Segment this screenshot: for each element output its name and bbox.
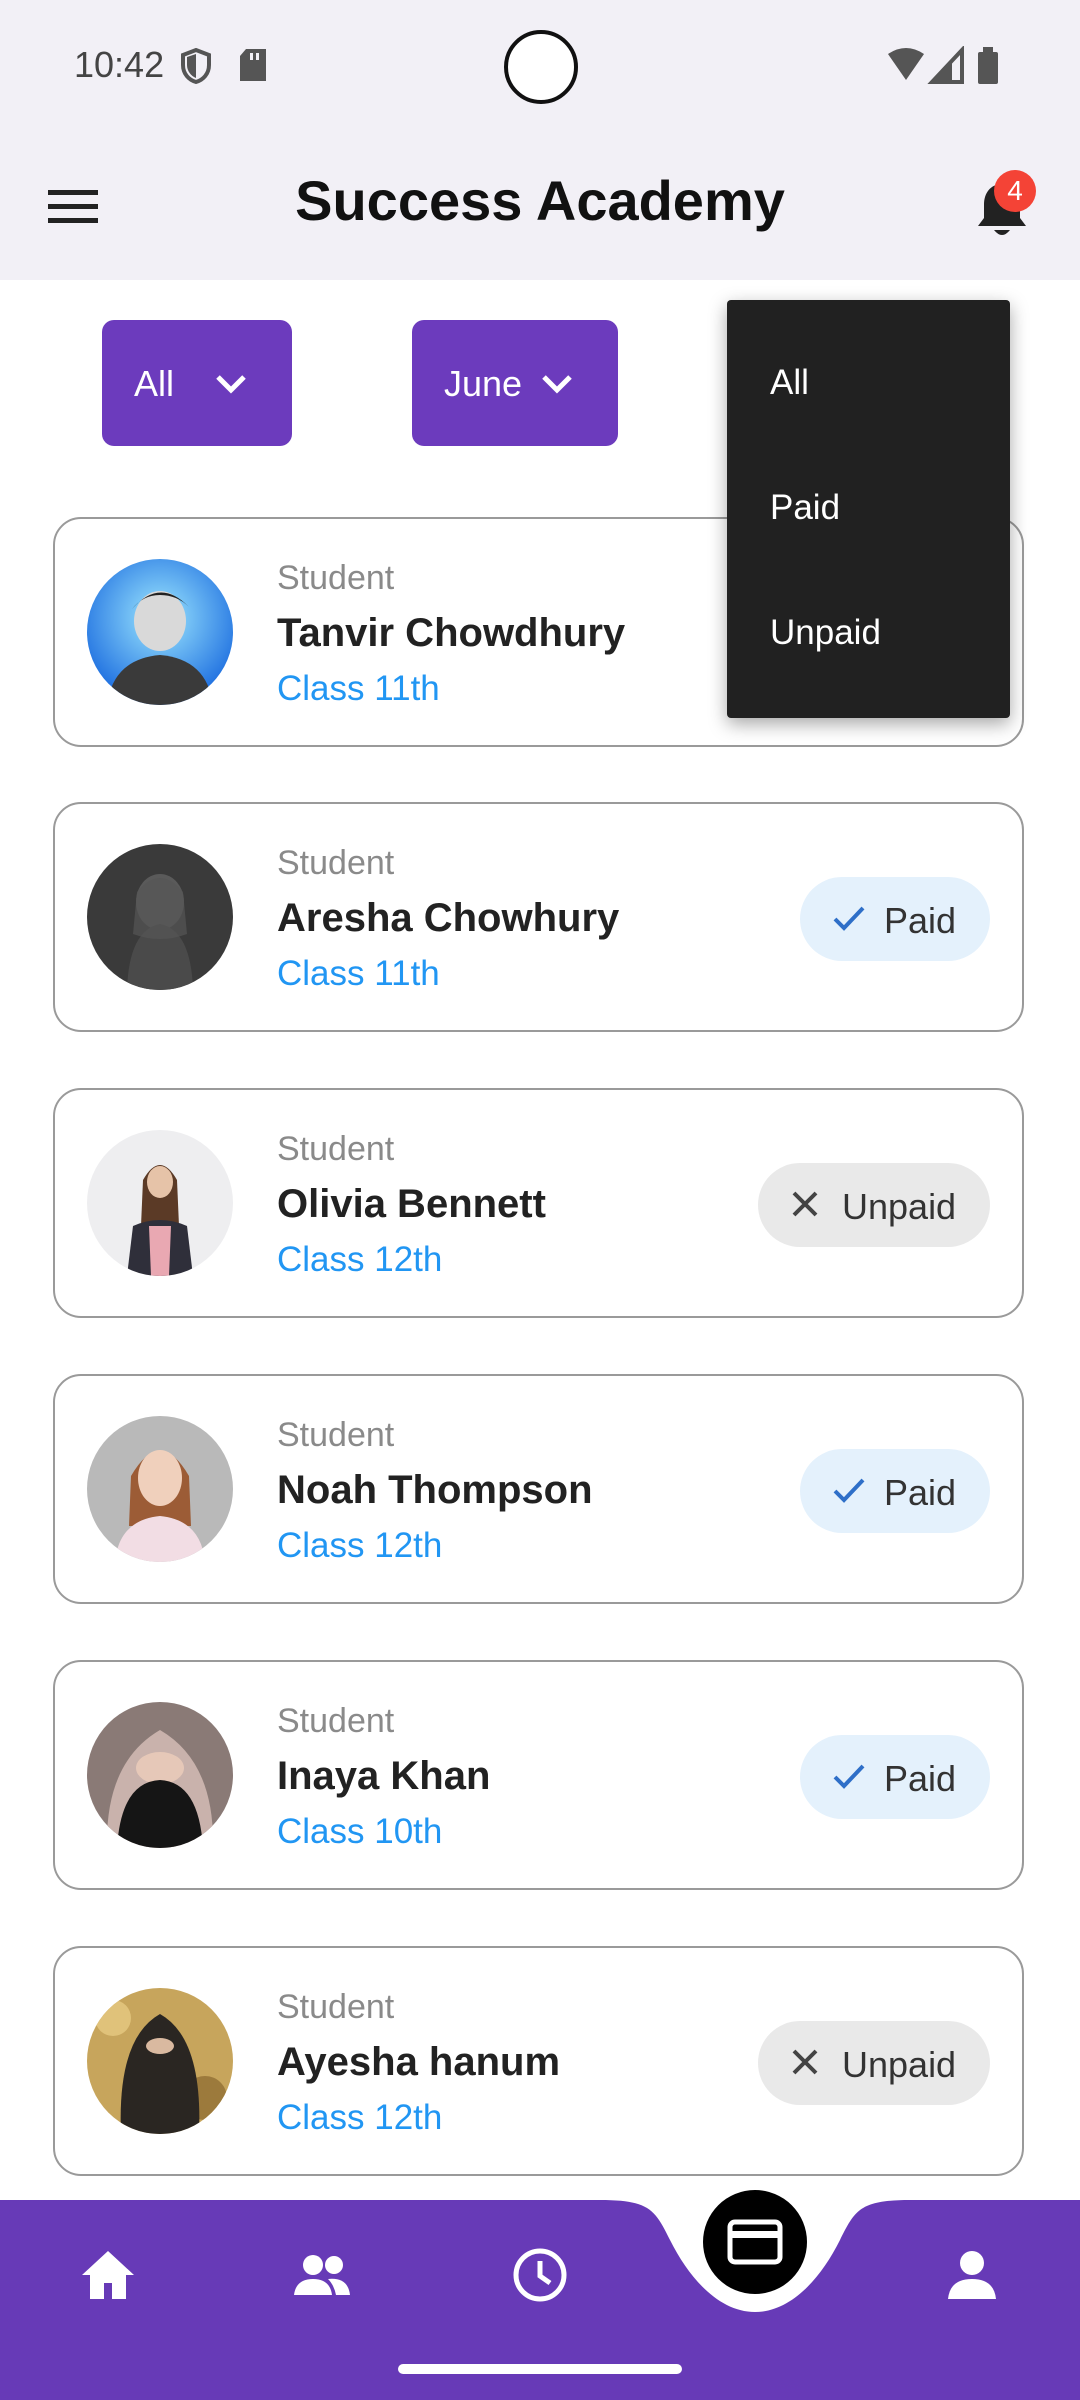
student-card[interactable]: Student Noah Thompson Class 12th Paid xyxy=(53,1374,1024,1604)
student-name: Olivia Bennett xyxy=(277,1182,546,1226)
student-class: Class 12th xyxy=(277,2098,443,2137)
student-name: Noah Thompson xyxy=(277,1468,593,1512)
payment-fab-button[interactable] xyxy=(703,2190,807,2294)
student-class: Class 12th xyxy=(277,1526,443,1565)
student-role: Student xyxy=(277,1416,395,1454)
student-class: Class 12th xyxy=(277,1240,443,1279)
avatar xyxy=(87,559,233,705)
chevron-down-icon xyxy=(216,375,246,394)
payment-icon xyxy=(727,2219,783,2265)
student-card[interactable]: Student Olivia Bennett Class 12th Unpaid xyxy=(53,1088,1024,1318)
profile-icon[interactable] xyxy=(942,2245,1002,2305)
payment-status-chip: Paid xyxy=(800,877,990,961)
history-icon[interactable] xyxy=(510,2245,570,2305)
menu-item-unpaid[interactable]: Unpaid xyxy=(770,613,881,653)
camera-cutout xyxy=(504,30,578,104)
avatar xyxy=(87,1702,233,1848)
home-indicator[interactable] xyxy=(398,2364,682,2374)
avatar xyxy=(87,1130,233,1276)
class-filter-value: All xyxy=(134,363,175,404)
sd-card-icon xyxy=(240,49,266,81)
connectivity-icons xyxy=(888,46,998,84)
shield-icon xyxy=(181,48,211,84)
student-role: Student xyxy=(277,1988,395,2026)
menu-item-all[interactable]: All xyxy=(770,363,809,403)
payment-status-chip: Unpaid xyxy=(758,1163,990,1247)
student-name: Aresha Chowhury xyxy=(277,896,620,940)
notification-badge: 4 xyxy=(994,170,1036,212)
month-filter-value: June xyxy=(444,363,523,404)
student-name: Ayesha hanum xyxy=(277,2040,561,2084)
payment-status-label: Unpaid xyxy=(842,1186,957,1227)
student-class: Class 11th xyxy=(277,954,440,993)
avatar xyxy=(87,844,233,990)
page-title: Success Academy xyxy=(295,169,785,232)
home-icon[interactable] xyxy=(78,2245,138,2305)
app-screen: 10:42 Success Academy 4 All June All Pai… xyxy=(0,0,1080,2400)
payment-status-label: Paid xyxy=(884,1758,957,1799)
payment-status-label: Unpaid xyxy=(842,2044,957,2085)
chevron-down-icon xyxy=(542,375,572,394)
check-icon xyxy=(833,906,865,931)
payment-status-chip: Paid xyxy=(800,1449,990,1533)
month-filter-dropdown[interactable]: June xyxy=(412,320,618,446)
student-role: Student xyxy=(277,559,395,597)
student-class: Class 11th xyxy=(277,669,440,708)
check-icon xyxy=(833,1478,865,1503)
check-icon xyxy=(833,1764,865,1789)
battery-icon xyxy=(978,52,998,84)
payment-status-chip: Unpaid xyxy=(758,2021,990,2105)
status-filter-menu: All Paid Unpaid xyxy=(727,300,1010,718)
avatar xyxy=(87,1988,233,2134)
close-icon xyxy=(792,2049,818,2075)
payment-status-label: Paid xyxy=(884,1472,957,1513)
student-card[interactable]: Student Aresha Chowhury Class 11th Paid xyxy=(53,802,1024,1032)
menu-item-paid[interactable]: Paid xyxy=(770,488,840,528)
wifi-icon xyxy=(888,48,924,80)
people-icon[interactable] xyxy=(292,2245,352,2305)
status-bar: 10:42 xyxy=(0,0,1080,130)
avatar xyxy=(87,1416,233,1562)
student-name: Tanvir Chowdhury xyxy=(277,611,626,655)
payment-status-label: Paid xyxy=(884,900,957,941)
app-bar: Success Academy 4 xyxy=(0,130,1080,280)
status-time: 10:42 xyxy=(74,44,165,85)
student-name: Inaya Khan xyxy=(277,1754,491,1798)
payment-status-chip: Paid xyxy=(800,1735,990,1819)
student-card[interactable]: Student Inaya Khan Class 10th Paid xyxy=(53,1660,1024,1890)
close-icon xyxy=(792,1191,818,1217)
class-filter-dropdown[interactable]: All xyxy=(102,320,292,446)
student-role: Student xyxy=(277,1130,395,1168)
student-role: Student xyxy=(277,1702,395,1740)
student-class: Class 10th xyxy=(277,1812,443,1851)
student-role: Student xyxy=(277,844,395,882)
student-card[interactable]: Student Ayesha hanum Class 12th Unpaid xyxy=(53,1946,1024,2176)
